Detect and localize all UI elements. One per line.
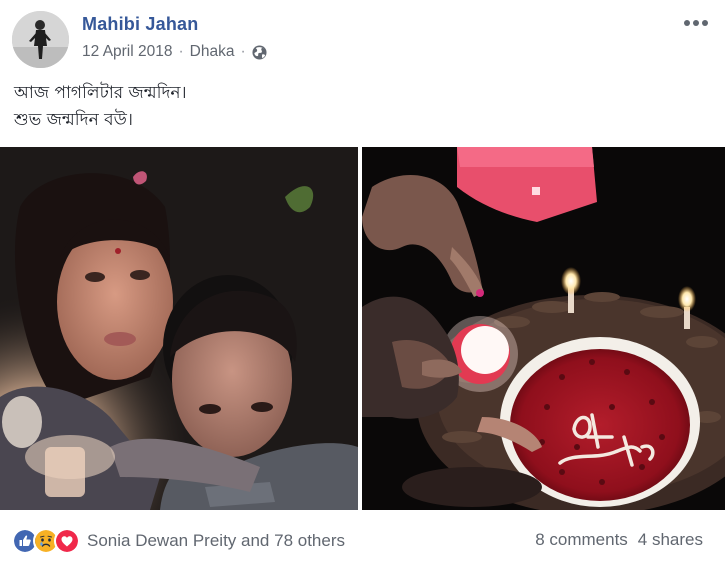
- post-date[interactable]: 12 April 2018: [82, 43, 173, 61]
- facebook-post: Mahibi Jahan 12 April 2018 · Dhaka · আজ …: [0, 0, 725, 570]
- post-text: আজ পাগলিটার জন্মদিন। শুভ জন্মদিন বউ।: [14, 80, 187, 134]
- shares-count[interactable]: 4 shares: [638, 530, 703, 550]
- more-horizontal-icon: [684, 20, 708, 26]
- engagement-counts: 8 comments 4 shares: [535, 530, 703, 550]
- photo-birthday-cake[interactable]: [362, 147, 725, 510]
- post-meta: 12 April 2018 · Dhaka ·: [82, 43, 267, 61]
- meta-separator-2: ·: [240, 43, 246, 60]
- author-avatar[interactable]: [12, 11, 69, 68]
- love-icon: [54, 528, 80, 554]
- meta-separator: ·: [178, 43, 184, 60]
- photo-couple-selfie[interactable]: [0, 147, 358, 510]
- comments-count[interactable]: 8 comments: [535, 530, 628, 550]
- post-text-line-2: শুভ জন্মদিন বউ।: [14, 110, 133, 130]
- author-name[interactable]: Mahibi Jahan: [82, 14, 198, 35]
- reactors-text[interactable]: Sonia Dewan Preity and 78 others: [87, 531, 345, 551]
- reactions-summary[interactable]: Sonia Dewan Preity and 78 others: [12, 528, 345, 554]
- more-options-button[interactable]: [681, 12, 711, 34]
- globe-icon[interactable]: [252, 44, 267, 60]
- post-location[interactable]: Dhaka: [190, 43, 235, 61]
- post-text-line-1: আজ পাগলিটার জন্মদিন।: [14, 83, 187, 103]
